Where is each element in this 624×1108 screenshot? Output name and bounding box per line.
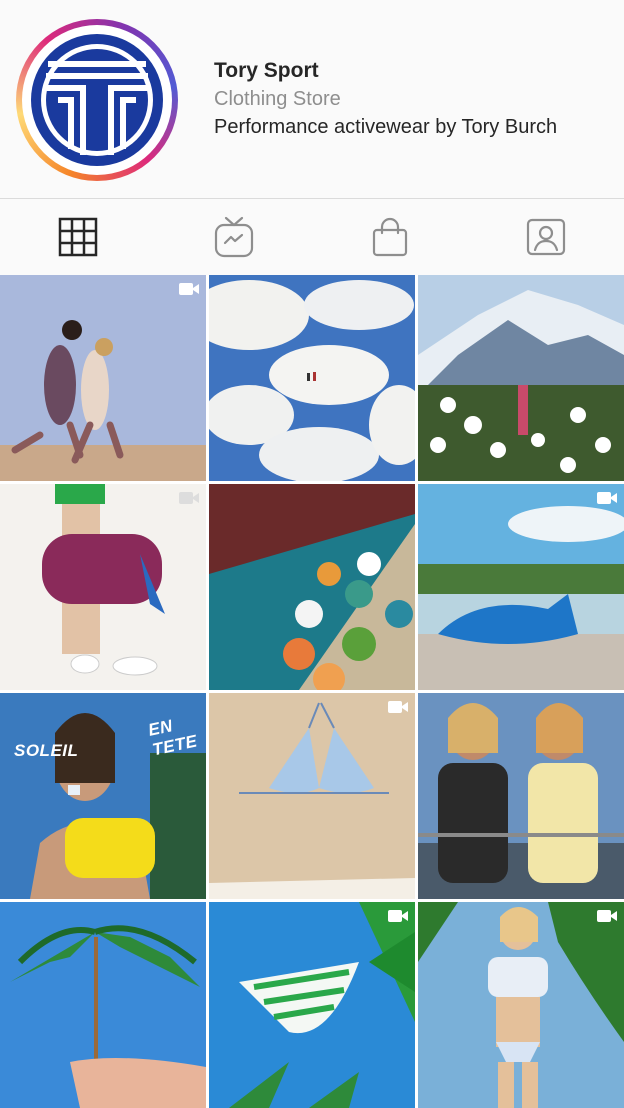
post-grid: SOLEIL EN TETE bbox=[0, 275, 624, 1108]
profile-tab-bar bbox=[0, 198, 624, 275]
post-tile[interactable] bbox=[209, 693, 415, 899]
post-tile[interactable] bbox=[0, 275, 206, 481]
profile-info: Tory Sport Clothing Store Performance ac… bbox=[214, 58, 614, 141]
post-tile[interactable] bbox=[209, 275, 415, 481]
avatar[interactable] bbox=[16, 19, 178, 181]
video-icon bbox=[179, 492, 199, 504]
profile-header: Tory Sport Clothing Store Performance ac… bbox=[0, 0, 624, 198]
post-tile[interactable] bbox=[209, 484, 415, 690]
post-image bbox=[418, 693, 624, 899]
post-tile[interactable] bbox=[418, 484, 624, 690]
video-icon bbox=[388, 701, 408, 713]
post-tile[interactable] bbox=[418, 902, 624, 1108]
post-tile[interactable] bbox=[209, 902, 415, 1108]
profile-name: Tory Sport bbox=[214, 59, 319, 82]
igtv-icon bbox=[214, 216, 254, 258]
post-image bbox=[209, 484, 415, 690]
video-icon bbox=[388, 910, 408, 922]
tab-igtv[interactable] bbox=[156, 199, 312, 275]
grid-icon bbox=[58, 217, 98, 257]
post-image bbox=[418, 275, 624, 481]
tagged-user-icon bbox=[526, 218, 566, 256]
tab-shop[interactable] bbox=[312, 199, 468, 275]
profile-category[interactable]: Clothing Store bbox=[214, 85, 614, 113]
post-overlay-text: SOLEIL bbox=[14, 741, 79, 760]
post-tile[interactable] bbox=[418, 275, 624, 481]
video-icon bbox=[597, 910, 617, 922]
post-image bbox=[0, 484, 206, 690]
post-tile[interactable] bbox=[0, 902, 206, 1108]
post-image bbox=[418, 902, 624, 1108]
profile-bio: Performance activewear by Tory Burch bbox=[214, 116, 558, 138]
video-icon bbox=[597, 492, 617, 504]
tab-grid[interactable] bbox=[0, 199, 156, 275]
post-tile[interactable] bbox=[0, 484, 206, 690]
tory-sport-logo-icon bbox=[31, 34, 163, 166]
post-image bbox=[418, 484, 624, 690]
avatar-frame bbox=[22, 25, 172, 175]
post-tile[interactable]: SOLEIL EN TETE bbox=[0, 693, 206, 899]
post-image bbox=[0, 275, 206, 481]
tab-tagged[interactable] bbox=[468, 199, 624, 275]
video-icon bbox=[179, 283, 199, 295]
post-tile[interactable] bbox=[418, 693, 624, 899]
post-image bbox=[0, 902, 206, 1108]
post-image bbox=[209, 693, 415, 899]
post-image bbox=[209, 902, 415, 1108]
shopping-bag-icon bbox=[372, 217, 408, 257]
post-image bbox=[209, 275, 415, 481]
